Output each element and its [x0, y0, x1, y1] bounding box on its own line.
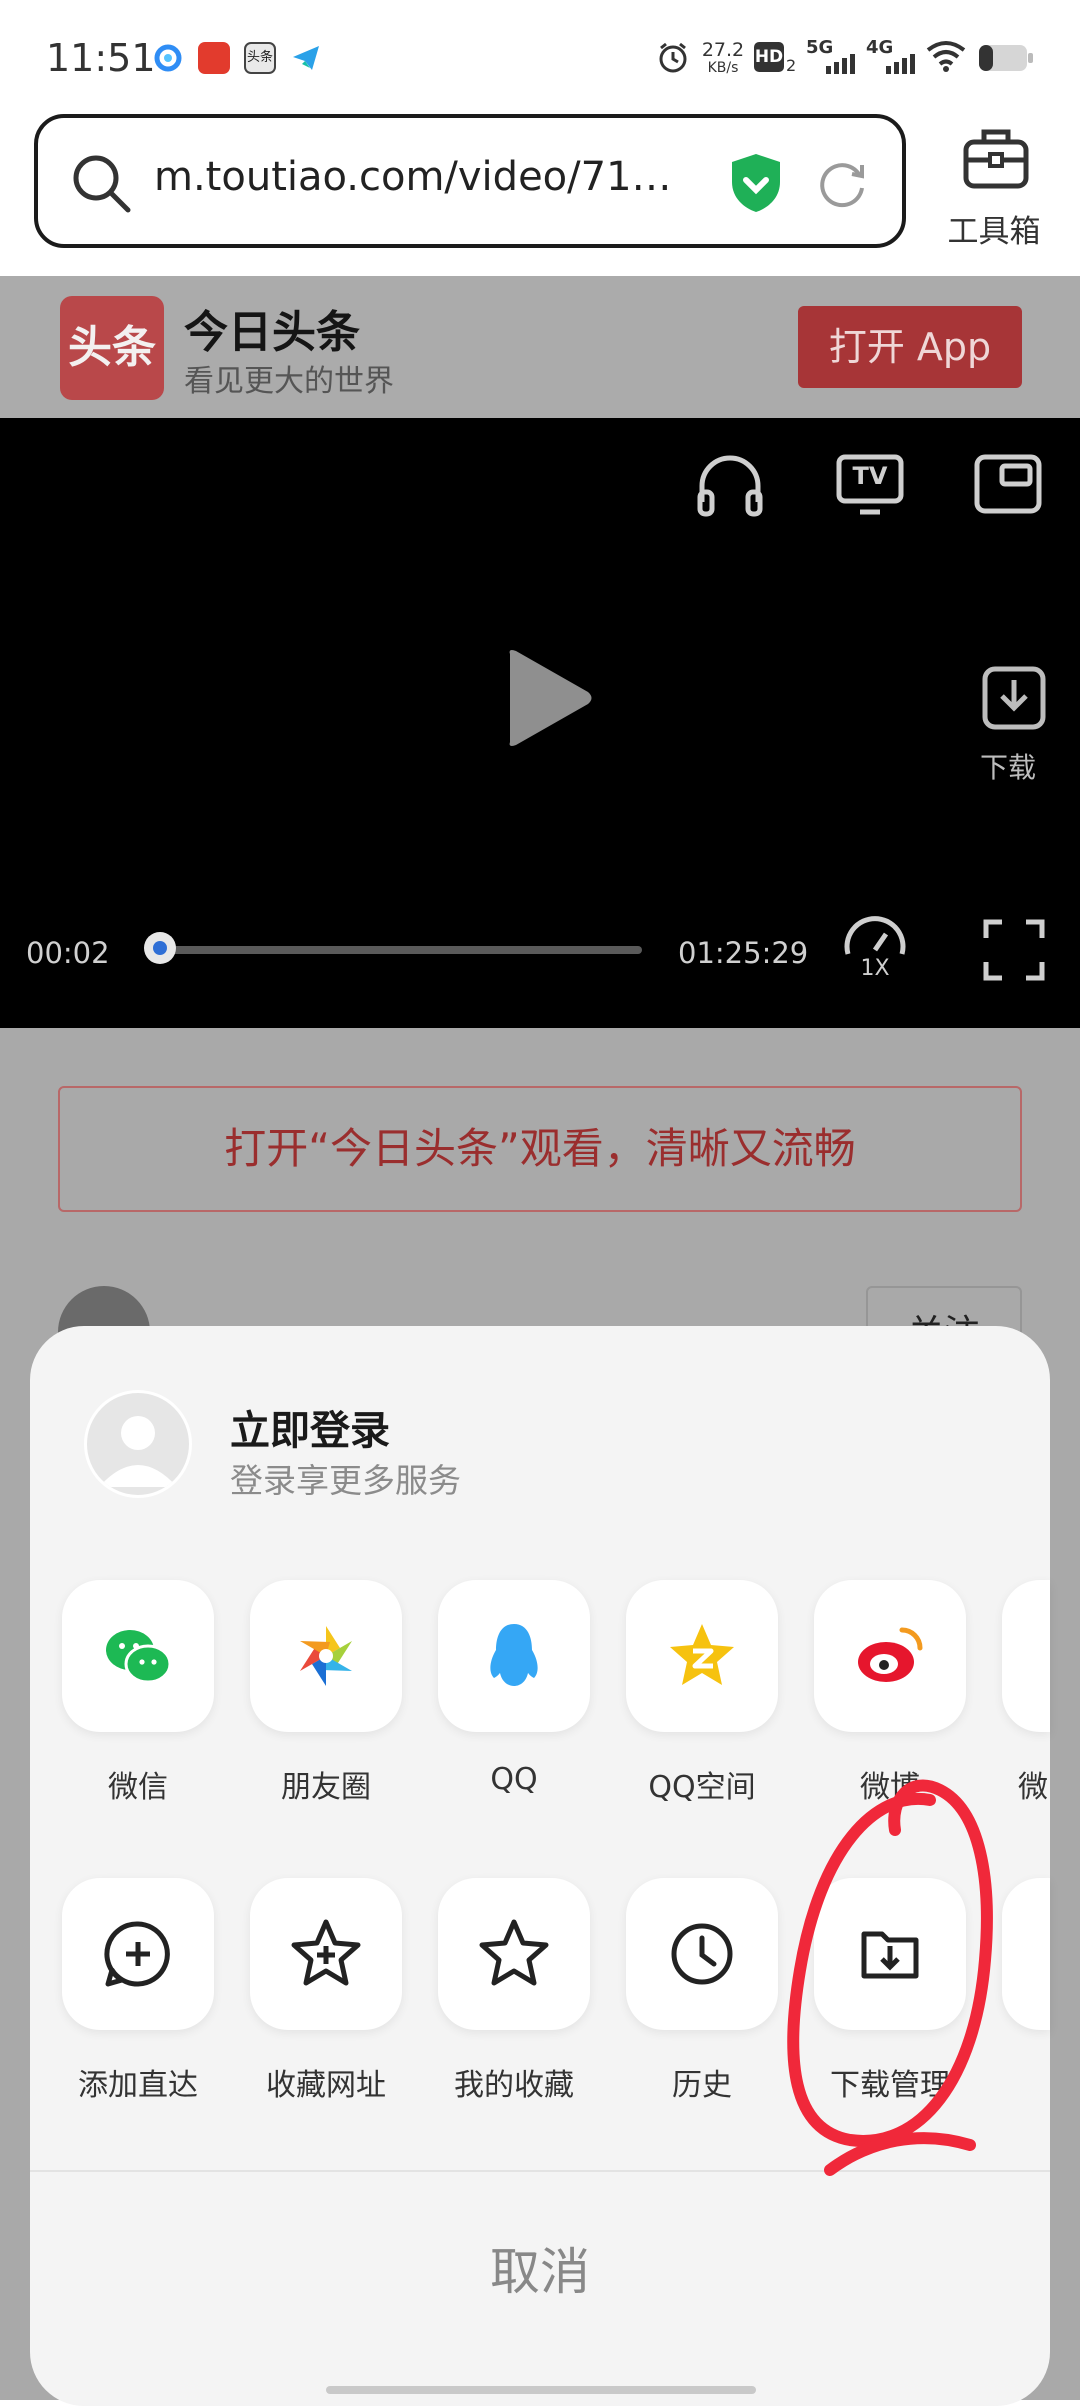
- search-icon: [70, 152, 134, 220]
- star-icon: [479, 1919, 549, 1986]
- news-notification-icon: [198, 42, 230, 74]
- add-shortcut-button[interactable]: [62, 1878, 214, 2030]
- share-qq-label: QQ: [490, 1762, 538, 1797]
- weibo-icon: [858, 1627, 923, 1682]
- download-icon[interactable]: [982, 666, 1046, 734]
- progress-knob[interactable]: [144, 932, 176, 964]
- refresh-icon[interactable]: [814, 156, 870, 216]
- toolbox-icon: [960, 124, 1032, 196]
- hd-sim-number: 2: [786, 56, 797, 75]
- wifi-icon: [926, 40, 966, 76]
- alarm-icon: [656, 40, 690, 78]
- qzone-icon: [670, 1624, 734, 1685]
- progress-track[interactable]: [160, 946, 642, 954]
- address-bar[interactable]: m.toutiao.com/video/71…: [34, 114, 906, 248]
- toutiao-slogan: 看见更大的世界: [184, 364, 394, 399]
- url-text[interactable]: m.toutiao.com/video/71…: [154, 154, 714, 200]
- add-shortcut-label: 添加直达: [78, 2068, 198, 2103]
- floating-window-icon[interactable]: [974, 454, 1042, 520]
- fullscreen-icon[interactable]: [982, 918, 1046, 986]
- clock-icon: [671, 1923, 733, 1985]
- play-button[interactable]: [500, 646, 596, 754]
- battery-icon: [978, 44, 1034, 76]
- annotation-circle: [787, 1779, 993, 2176]
- cancel-button[interactable]: 取消: [30, 2172, 1050, 2372]
- share-wechat-label: 微信: [108, 1770, 168, 1805]
- my-favorites-label: 我的收藏: [454, 2068, 574, 2103]
- my-favorites-button[interactable]: [438, 1878, 590, 2030]
- qq-icon: [490, 1624, 538, 1686]
- signal-icon: [810, 54, 858, 78]
- share-moments[interactable]: [250, 1580, 402, 1732]
- toutiao-notification-icon: 头条: [244, 42, 276, 74]
- status-time: 11:51: [46, 36, 156, 80]
- browser-notification-icon: [152, 42, 184, 74]
- headphones-icon[interactable]: [694, 450, 766, 522]
- share-moments-label: 朋友圈: [281, 1770, 371, 1805]
- wechat-icon: [106, 1630, 172, 1684]
- share-wechat[interactable]: [62, 1580, 214, 1732]
- share-partial-label: 微: [1018, 1770, 1048, 1805]
- open-app-button[interactable]: 打开 App: [798, 306, 1022, 388]
- net-speed-unit: KB/s: [707, 60, 739, 76]
- toutiao-logo: 头条: [60, 296, 164, 400]
- bookmark-url-button[interactable]: [250, 1878, 402, 2030]
- bookmark-url-label: 收藏网址: [266, 2068, 386, 2103]
- share-qq[interactable]: [438, 1580, 590, 1732]
- login-subtitle: 登录享更多服务: [230, 1461, 461, 1500]
- status-bar: 11:51 头条 27.2 KB/s HD 2 5G 4G: [0, 0, 1080, 110]
- moments-icon: [300, 1626, 352, 1686]
- security-shield-icon[interactable]: [728, 152, 784, 218]
- playback-speed-button[interactable]: 1X: [842, 914, 908, 986]
- login-title[interactable]: 立即登录: [230, 1398, 390, 1456]
- login-avatar[interactable]: [84, 1390, 192, 1498]
- toutiao-app-name: 今日头条: [184, 307, 360, 358]
- net-speed-value: 27.2: [701, 39, 745, 61]
- speed-label: 1X: [860, 956, 890, 981]
- share-partial[interactable]: [1002, 1580, 1050, 1732]
- toolbox-button[interactable]: 工具箱: [934, 124, 1054, 254]
- toolbox-label: 工具箱: [947, 214, 1041, 250]
- download-label[interactable]: 下载: [980, 746, 1036, 786]
- send-notification-icon: [290, 42, 322, 74]
- tv-label: TV: [852, 462, 888, 490]
- current-time: 00:02: [26, 936, 110, 970]
- share-qzone[interactable]: [626, 1580, 778, 1732]
- share-weibo[interactable]: [814, 1580, 966, 1732]
- hd-voice-badge: HD: [754, 42, 784, 72]
- total-time: 01:25:29: [678, 936, 809, 970]
- signal-icon-2: [870, 54, 918, 78]
- home-indicator[interactable]: [326, 2386, 756, 2394]
- history-button[interactable]: [626, 1878, 778, 2030]
- add-shortcut-icon: [104, 1921, 170, 1987]
- tv-cast-icon[interactable]: TV: [836, 454, 904, 515]
- bookmark-add-icon: [291, 1919, 361, 1986]
- user-icon: [99, 1416, 177, 1487]
- open-in-app-banner[interactable]: 打开“今日头条”观看，清晰又流畅: [58, 1086, 1022, 1212]
